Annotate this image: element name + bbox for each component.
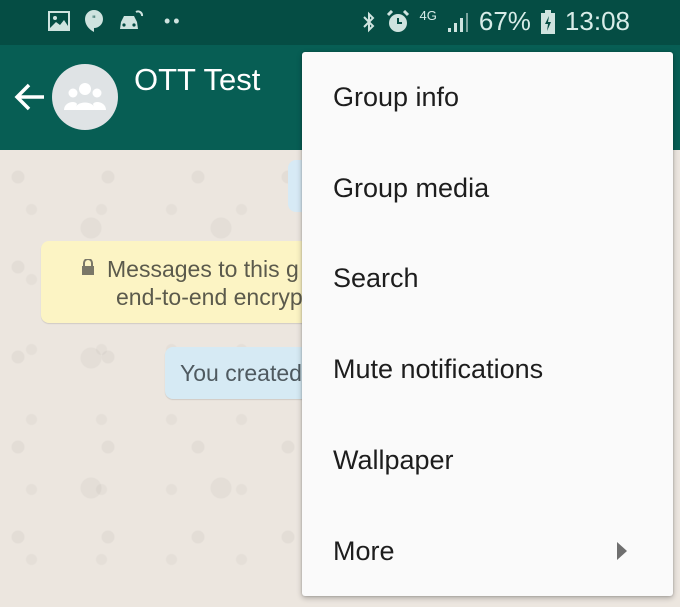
menu-item-search[interactable]: Search [302, 234, 673, 325]
system-status: 4G 67% 13:08 [362, 6, 630, 37]
menu-item-mute-notifications[interactable]: Mute notifications [302, 324, 673, 415]
group-avatar[interactable] [52, 64, 118, 130]
encryption-notice-line2: end-to-end encryp [116, 284, 303, 310]
gallery-icon [48, 11, 70, 31]
encryption-notice-line1: Messages to this g [107, 256, 299, 282]
group-icon [64, 83, 106, 110]
lock-icon [82, 259, 94, 275]
menu-item-wallpaper[interactable]: Wallpaper [302, 415, 673, 506]
status-bar: " •• 4G 67% 13:08 [0, 0, 680, 45]
menu-item-label: More [333, 535, 395, 566]
more-notifications-icon: •• [164, 10, 183, 31]
svg-text:": " [92, 15, 96, 25]
menu-item-label: Search [333, 263, 419, 294]
menu-item-more[interactable]: More [302, 506, 673, 597]
back-button[interactable] [12, 79, 48, 115]
hangouts-icon: " [85, 10, 103, 32]
4g-data-icon: 4G [419, 8, 437, 23]
system-message-text: You created [180, 360, 302, 386]
chat-title[interactable]: OTT Test [134, 62, 260, 98]
signal-icon [447, 12, 468, 32]
bluetooth-icon [362, 11, 374, 32]
battery-percent: 67% [478, 6, 531, 36]
clock: 13:08 [564, 6, 630, 36]
overflow-menu: Group info Group media Search Mute notif… [302, 52, 673, 596]
menu-item-label: Mute notifications [333, 354, 544, 385]
menu-item-group-media[interactable]: Group media [302, 143, 673, 234]
battery-charging-icon [540, 9, 555, 34]
car-mode-icon [120, 10, 144, 29]
submenu-arrow-icon [617, 542, 627, 561]
notification-icons: " •• [48, 9, 183, 33]
menu-item-group-info[interactable]: Group info [302, 52, 673, 143]
alarm-icon [386, 9, 409, 32]
menu-item-label: Wallpaper [333, 445, 454, 476]
menu-item-label: Group info [333, 81, 460, 112]
arrow-left-icon [14, 83, 44, 111]
menu-item-label: Group media [333, 172, 490, 203]
